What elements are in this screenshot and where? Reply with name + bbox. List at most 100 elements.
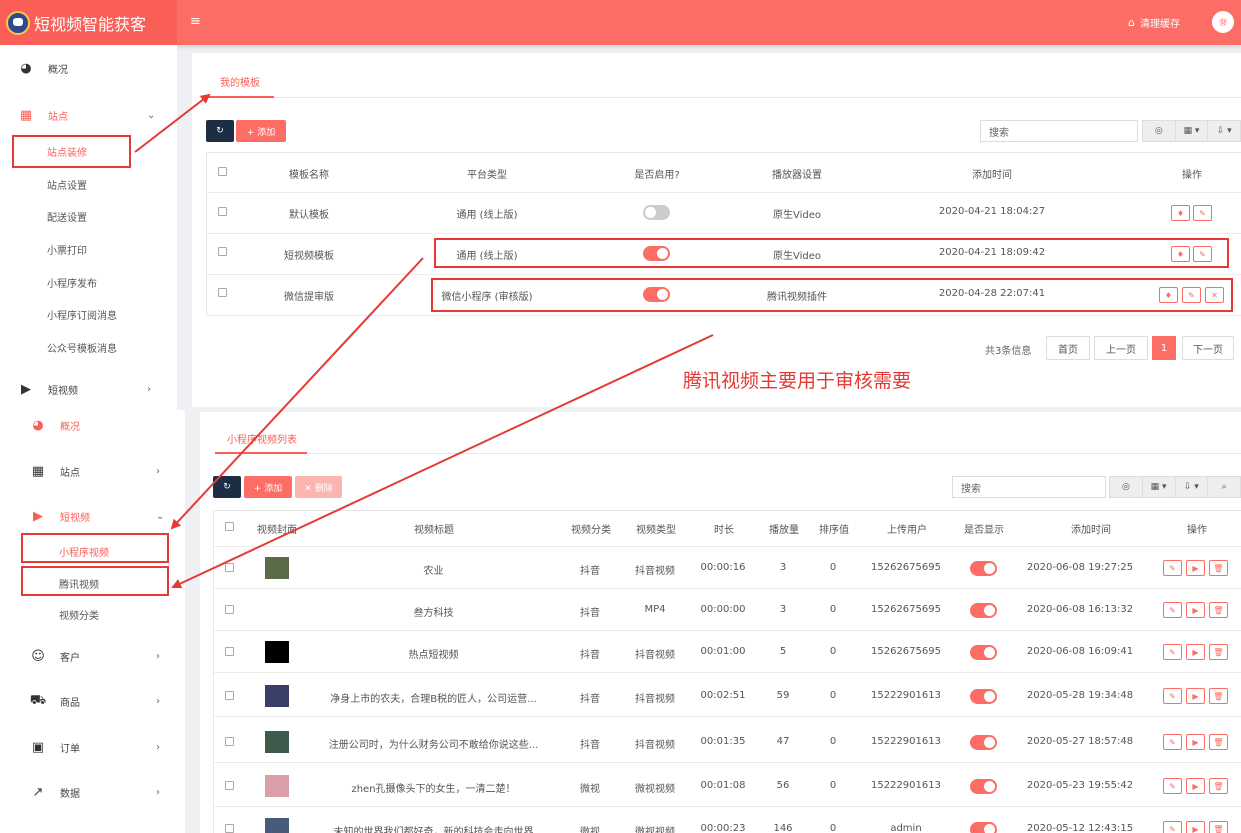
- sidebar-item-overview[interactable]: ◕ 概况: [29, 410, 80, 440]
- trash-icon[interactable]: 🗑: [1209, 778, 1228, 794]
- video-category: 抖音: [580, 740, 600, 751]
- edit-icon[interactable]: ✎: [1163, 821, 1182, 833]
- video-cover-thumbnail[interactable]: [265, 557, 289, 579]
- sidebar-item-site[interactable]: ▦ 站点 ⌄: [17, 100, 167, 130]
- export-icon[interactable]: ⇩ ▾: [1208, 121, 1240, 141]
- select-all-checkbox[interactable]: [225, 522, 234, 531]
- video-duration: 00:02:51: [700, 690, 746, 701]
- menu-toggle-icon[interactable]: ≡: [190, 14, 201, 29]
- row-checkbox[interactable]: [225, 824, 234, 833]
- delete-video-button[interactable]: ✕ 删除: [295, 476, 342, 498]
- sidebar-item-order[interactable]: ▣ 订单 ›: [29, 732, 174, 762]
- users-icon: ☺: [31, 648, 45, 664]
- refresh-button[interactable]: ↻: [213, 476, 241, 498]
- show-toggle[interactable]: [970, 779, 997, 794]
- play-icon[interactable]: ▶: [1186, 778, 1205, 794]
- play-icon[interactable]: ▶: [1186, 560, 1205, 576]
- play-icon[interactable]: ▶: [1186, 688, 1205, 704]
- sidebar-item-label: 短视频: [48, 385, 78, 397]
- columns-toggle-icon[interactable]: ◎: [1143, 121, 1176, 141]
- video-cover-thumbnail[interactable]: [265, 685, 289, 707]
- pager-prev-button[interactable]: 上一页: [1094, 336, 1148, 360]
- sidebar-sub-video-category[interactable]: 视频分类: [59, 607, 99, 622]
- trash-icon[interactable]: 🗑: [1209, 602, 1228, 618]
- play-icon[interactable]: ▶: [1186, 734, 1205, 750]
- trash-icon[interactable]: 🗑: [1209, 560, 1228, 576]
- sidebar-item-site[interactable]: ▦ 站点 ›: [29, 456, 174, 486]
- chevron-right-icon: ›: [156, 741, 160, 753]
- edit-icon[interactable]: ✎: [1163, 644, 1182, 660]
- pager-page-button[interactable]: 1: [1152, 336, 1176, 360]
- add-video-button[interactable]: + 添加: [244, 476, 292, 498]
- add-template-button[interactable]: + 添加: [236, 120, 286, 142]
- video-cover-thumbnail[interactable]: [265, 818, 289, 833]
- sidebar-sub-site-settings[interactable]: 站点设置: [47, 177, 87, 192]
- sidebar-sub-miniapp-subscribe[interactable]: 小程序订阅消息: [47, 307, 117, 322]
- pager-first-button[interactable]: 首页: [1046, 336, 1090, 360]
- video-cover-thumbnail[interactable]: [265, 775, 289, 797]
- sidebar-sub-receipt-print[interactable]: 小票打印: [47, 242, 87, 257]
- diamond-icon[interactable]: ♦: [1171, 205, 1190, 221]
- pager-next-button[interactable]: 下一页: [1182, 336, 1234, 360]
- export-icon[interactable]: ⇩ ▾: [1176, 477, 1209, 497]
- trash-icon[interactable]: 🗑: [1209, 734, 1228, 750]
- trash-icon[interactable]: 🗑: [1209, 644, 1228, 660]
- sidebar-item-overview[interactable]: ◕ 概况: [17, 53, 68, 83]
- template-search-input[interactable]: 搜索: [980, 120, 1138, 142]
- show-toggle[interactable]: [970, 822, 997, 833]
- sidebar-sub-delivery-settings[interactable]: 配送设置: [47, 209, 87, 224]
- pager-info: 共3条信息: [985, 346, 1032, 357]
- template-platform: 通用 (线上版): [456, 210, 518, 221]
- row-checkbox[interactable]: [225, 647, 234, 656]
- row-checkbox[interactable]: [218, 247, 227, 256]
- sidebar-item-short-video[interactable]: ▶ 短视频 ›: [17, 374, 167, 404]
- search-icon[interactable]: ⌕: [1208, 477, 1240, 497]
- refresh-button[interactable]: ↻: [206, 120, 234, 142]
- trash-icon[interactable]: 🗑: [1209, 821, 1228, 833]
- sidebar-sub-official-template[interactable]: 公众号模板消息: [47, 340, 117, 355]
- play-icon[interactable]: ▶: [1186, 644, 1205, 660]
- grid-icon: ▦: [31, 463, 45, 479]
- video-cover-thumbnail[interactable]: [265, 641, 289, 663]
- play-icon[interactable]: ▶: [1186, 602, 1205, 618]
- tab-my-templates[interactable]: 我的模板: [220, 74, 260, 89]
- view-list-icon[interactable]: ▦ ▾: [1176, 121, 1209, 141]
- edit-icon[interactable]: ✎: [1163, 734, 1182, 750]
- row-checkbox[interactable]: [225, 563, 234, 572]
- show-toggle[interactable]: [970, 689, 997, 704]
- row-checkbox[interactable]: [225, 605, 234, 614]
- avatar[interactable]: ㊖: [1212, 11, 1234, 33]
- show-toggle[interactable]: [970, 645, 997, 660]
- edit-icon[interactable]: ✎: [1163, 778, 1182, 794]
- row-checkbox[interactable]: [225, 691, 234, 700]
- sidebar-item-data[interactable]: ↗ 数据 ›: [29, 777, 174, 807]
- edit-icon[interactable]: ✎: [1163, 688, 1182, 704]
- video-cover-thumbnail[interactable]: [265, 731, 289, 753]
- trash-icon[interactable]: 🗑: [1209, 688, 1228, 704]
- row-checkbox[interactable]: [218, 288, 227, 297]
- sidebar-sub-miniapp-publish[interactable]: 小程序发布: [47, 275, 97, 290]
- row-checkbox[interactable]: [218, 207, 227, 216]
- video-search-input[interactable]: 搜索: [952, 476, 1106, 498]
- enable-toggle[interactable]: [643, 205, 670, 220]
- row-checkbox[interactable]: [225, 737, 234, 746]
- col-header: 是否启用?: [634, 170, 680, 181]
- video-type: 微视视频: [635, 784, 675, 795]
- edit-icon[interactable]: ✎: [1163, 602, 1182, 618]
- show-toggle[interactable]: [970, 561, 997, 576]
- brand[interactable]: 短视频智能获客: [0, 0, 177, 45]
- edit-icon[interactable]: ✎: [1163, 560, 1182, 576]
- show-toggle[interactable]: [970, 735, 997, 750]
- clear-cache-button[interactable]: ⌂ 清理缓存: [1128, 15, 1180, 30]
- view-list-icon[interactable]: ▦ ▾: [1143, 477, 1176, 497]
- sidebar-item-short-video[interactable]: ▶ 短视频 ⌄: [29, 501, 174, 531]
- play-icon[interactable]: ▶: [1186, 821, 1205, 833]
- sidebar-item-goods[interactable]: ⛟ 商品 ›: [29, 686, 174, 716]
- select-all-checkbox[interactable]: [218, 167, 227, 176]
- edit-icon[interactable]: ✎: [1193, 205, 1212, 221]
- tab-miniapp-video-list[interactable]: 小程序视频列表: [227, 431, 297, 446]
- row-checkbox[interactable]: [225, 781, 234, 790]
- sidebar-item-customer[interactable]: ☺ 客户 ›: [29, 641, 174, 671]
- show-toggle[interactable]: [970, 603, 997, 618]
- columns-toggle-icon[interactable]: ◎: [1110, 477, 1143, 497]
